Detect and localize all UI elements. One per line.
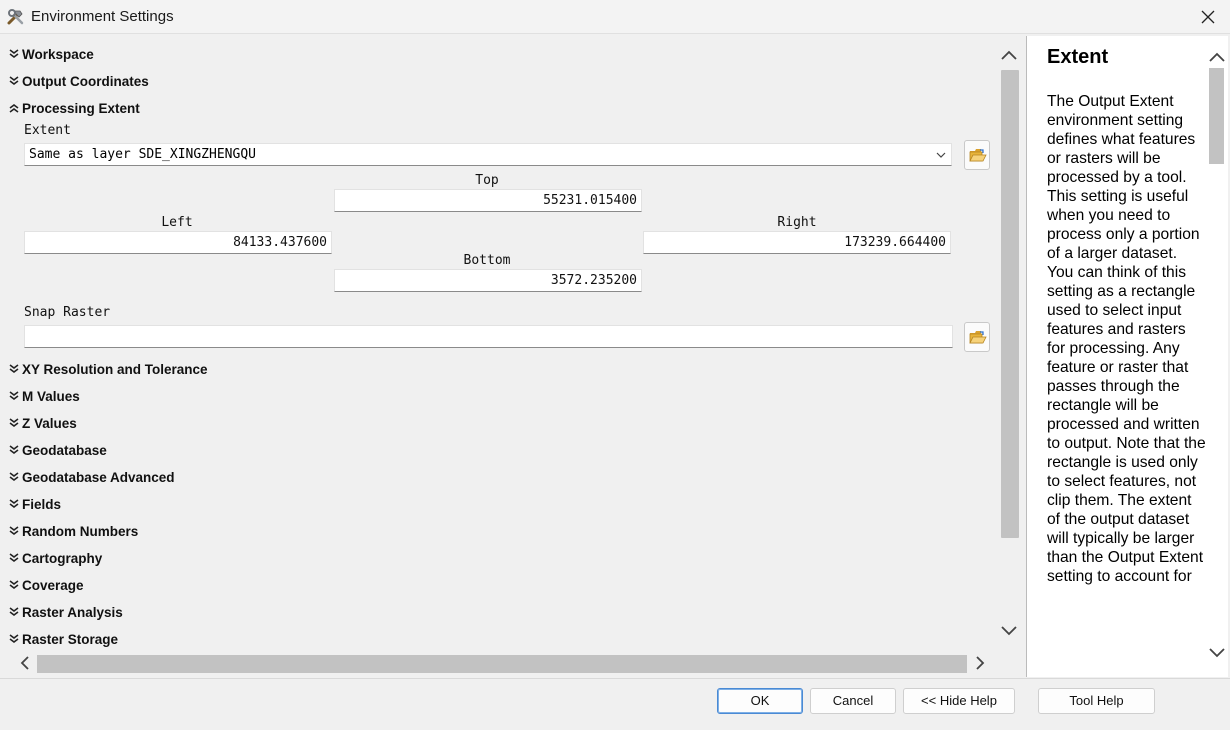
settings-vertical-scroll-thumb[interactable] bbox=[1001, 70, 1019, 538]
expand-chevron-icon bbox=[9, 580, 19, 589]
section-label: Cartography bbox=[22, 551, 103, 566]
help-body: The Output Extent environment setting de… bbox=[1047, 93, 1206, 585]
scroll-left-icon[interactable] bbox=[18, 655, 32, 671]
expand-chevron-icon bbox=[9, 526, 19, 535]
snap-raster-browse-button[interactable] bbox=[964, 322, 990, 352]
extent-top-input[interactable]: 55231.015400 bbox=[334, 189, 642, 212]
extent-top-label: Top bbox=[475, 173, 499, 188]
expand-chevron-icon bbox=[9, 553, 19, 562]
window-title: Environment Settings bbox=[31, 8, 174, 25]
section-label: Raster Analysis bbox=[22, 605, 123, 620]
section-label: Coverage bbox=[22, 578, 84, 593]
scroll-down-icon[interactable] bbox=[1208, 646, 1226, 660]
extent-bottom-input[interactable]: 3572.235200 bbox=[334, 269, 642, 292]
extent-left-label: Left bbox=[161, 215, 193, 230]
help-pane: Extent The Output Extent environment set… bbox=[1026, 36, 1228, 677]
snap-raster-input[interactable] bbox=[24, 325, 953, 348]
extent-selected-value: Same as layer SDE_XINGZHENGQU bbox=[29, 147, 256, 162]
extent-bottom-label: Bottom bbox=[463, 253, 511, 268]
close-icon[interactable] bbox=[1196, 5, 1220, 29]
expand-chevron-icon bbox=[9, 364, 19, 373]
settings-horizontal-scroll-thumb[interactable] bbox=[37, 655, 967, 673]
tool-help-button[interactable]: Tool Help bbox=[1038, 688, 1155, 714]
expand-chevron-icon bbox=[9, 445, 19, 454]
section-label: Geodatabase bbox=[22, 443, 107, 458]
scroll-right-icon[interactable] bbox=[973, 655, 987, 671]
title-bar: Environment Settings bbox=[0, 0, 1230, 34]
section-label: Fields bbox=[22, 497, 62, 512]
expand-chevron-icon bbox=[9, 391, 19, 400]
expand-chevron-icon bbox=[9, 499, 19, 508]
section-label: Output Coordinates bbox=[22, 74, 149, 89]
extent-right-label: Right bbox=[777, 215, 817, 230]
section-label: Workspace bbox=[22, 47, 94, 62]
help-vertical-scroll-thumb[interactable] bbox=[1209, 68, 1224, 164]
expand-chevron-icon bbox=[9, 634, 19, 643]
section-label: Geodatabase Advanced bbox=[22, 470, 175, 485]
section-label: Raster Storage bbox=[22, 632, 119, 647]
scroll-down-icon[interactable] bbox=[1000, 624, 1018, 638]
section-label: Processing Extent bbox=[22, 101, 140, 116]
extent-browse-button[interactable] bbox=[964, 140, 990, 170]
section-label: Z Values bbox=[22, 416, 77, 431]
section-label: XY Resolution and Tolerance bbox=[22, 362, 208, 377]
expand-chevron-icon bbox=[9, 76, 19, 85]
collapse-chevron-icon bbox=[9, 104, 19, 113]
expand-chevron-icon bbox=[9, 607, 19, 616]
snap-raster-label: Snap Raster bbox=[24, 305, 111, 320]
open-folder-icon bbox=[969, 149, 987, 162]
settings-pane: Workspace Output Coordinates Processing … bbox=[4, 36, 1022, 677]
extent-left-input[interactable]: 84133.437600 bbox=[24, 231, 332, 254]
help-title: Extent bbox=[1047, 46, 1109, 68]
expand-chevron-icon bbox=[9, 49, 19, 58]
scroll-up-icon[interactable] bbox=[1000, 48, 1018, 62]
extent-combobox[interactable]: Same as layer SDE_XINGZHENGQU bbox=[24, 143, 952, 166]
section-label: M Values bbox=[22, 389, 80, 404]
hide-help-button[interactable]: << Hide Help bbox=[903, 688, 1015, 714]
chevron-down-icon bbox=[936, 152, 946, 158]
extent-label: Extent bbox=[24, 123, 71, 138]
extent-right-input[interactable]: 173239.664400 bbox=[643, 231, 951, 254]
cancel-button[interactable]: Cancel bbox=[810, 688, 896, 714]
tools-icon bbox=[7, 9, 24, 25]
open-folder-icon bbox=[969, 331, 987, 344]
section-label: Random Numbers bbox=[22, 524, 139, 539]
scroll-up-icon[interactable] bbox=[1208, 50, 1226, 64]
expand-chevron-icon bbox=[9, 472, 19, 481]
ok-button[interactable]: OK bbox=[717, 688, 803, 714]
expand-chevron-icon bbox=[9, 418, 19, 427]
